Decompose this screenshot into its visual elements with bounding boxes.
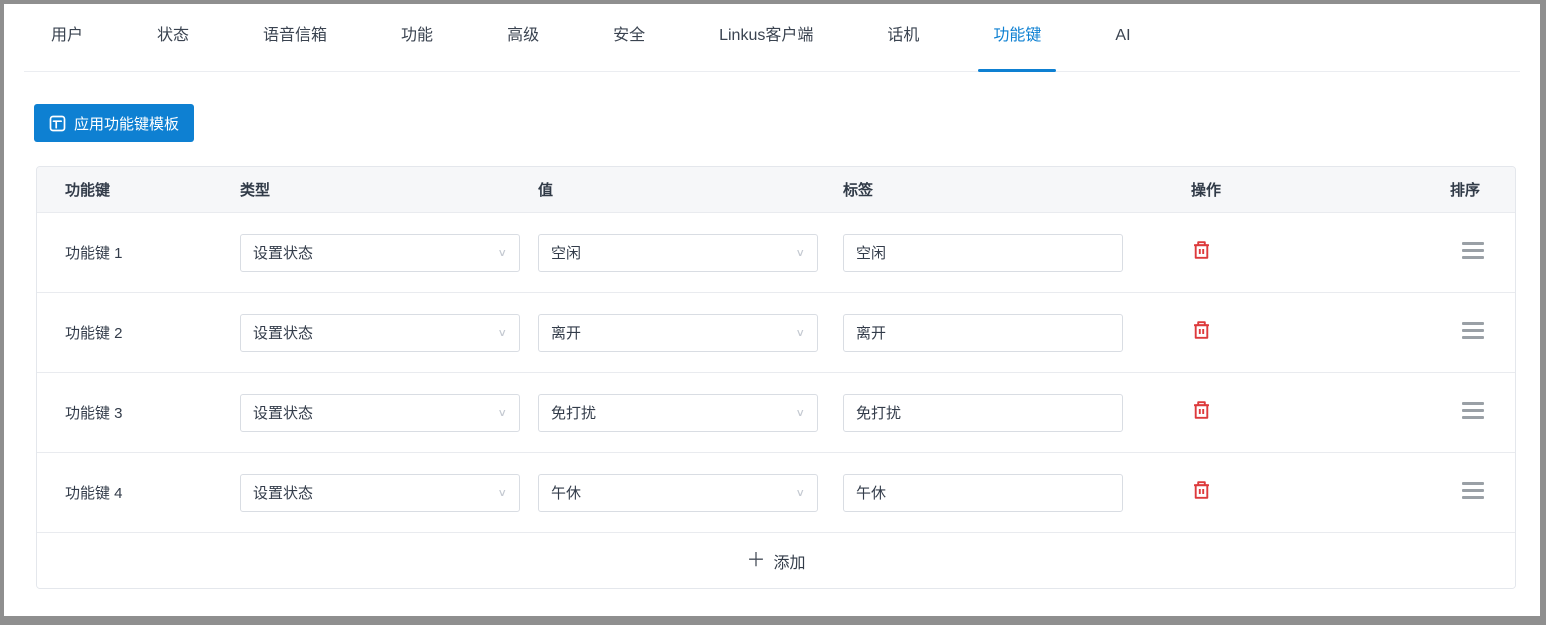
chevron-down-icon: ∨ [497,486,507,499]
function-key-settings-page: 用户 状态 语音信箱 功能 高级 安全 Linkus客户端 话机 功能键 AI … [4,4,1540,616]
type-select[interactable]: 设置状态 ∨ [240,473,520,512]
table-row: 功能键 1 设置状态 ∨ 空闲 ∨ [37,212,1515,292]
add-label: 添加 [773,554,806,572]
type-select-value: 设置状态 [253,405,314,422]
tab-advanced[interactable]: 高级 [505,4,541,72]
header-function-key: 功能键 [65,182,111,199]
header-value: 值 [538,182,554,199]
add-function-key-button[interactable]: ＋ 添加 [37,532,1515,588]
tab-status[interactable]: 状态 [155,4,191,72]
chevron-down-icon: ∨ [497,406,507,419]
function-key-name: 功能键 1 [65,245,123,262]
delete-button[interactable] [1191,479,1212,501]
delete-button[interactable] [1191,399,1212,421]
function-key-name: 功能键 4 [65,485,123,502]
delete-button[interactable] [1191,319,1212,341]
tab-ai[interactable]: AI [1113,4,1132,72]
value-select-value: 空闲 [551,245,582,262]
value-select-value: 午休 [551,485,582,502]
chevron-down-icon: ∨ [795,486,805,499]
chevron-down-icon: ∨ [795,406,805,419]
value-select[interactable]: 空闲 ∨ [538,233,818,272]
header-label: 标签 [843,182,874,199]
chevron-down-icon: ∨ [795,326,805,339]
label-input[interactable] [843,473,1123,512]
value-select-value: 离开 [551,325,582,342]
tab-phones[interactable]: 话机 [885,4,921,72]
drag-handle[interactable] [1462,318,1484,343]
apply-function-key-template-button[interactable]: 应用功能键模板 [34,104,195,142]
plus-icon: ＋ [746,550,766,571]
label-input[interactable] [843,233,1123,272]
function-key-name: 功能键 3 [65,405,123,422]
chevron-down-icon: ∨ [497,326,507,339]
type-select[interactable]: 设置状态 ∨ [240,393,520,432]
settings-tabbar: 用户 状态 语音信箱 功能 高级 安全 Linkus客户端 话机 功能键 AI [24,4,1520,72]
table-row: 功能键 4 设置状态 ∨ 午休 ∨ [37,452,1515,532]
value-select[interactable]: 免打扰 ∨ [538,393,818,432]
chevron-down-icon: ∨ [795,246,805,259]
header-type: 类型 [240,182,271,199]
type-select-value: 设置状态 [253,485,314,502]
tab-linkus-clients[interactable]: Linkus客户端 [717,4,815,72]
tab-security[interactable]: 安全 [611,4,647,72]
delete-button[interactable] [1191,239,1212,261]
value-select-value: 免打扰 [551,405,597,422]
table-row: 功能键 2 设置状态 ∨ 离开 ∨ [37,292,1515,372]
tab-voicemail[interactable]: 语音信箱 [261,4,329,72]
chevron-down-icon: ∨ [497,246,507,259]
apply-template-label: 应用功能键模板 [74,115,180,133]
toolbar: 应用功能键模板 [4,72,1540,142]
type-select-value: 设置状态 [253,245,314,262]
value-select[interactable]: 离开 ∨ [538,313,818,352]
header-operations: 操作 [1191,182,1222,199]
header-sort: 排序 [1450,182,1481,199]
drag-handle[interactable] [1462,478,1484,503]
type-select-value: 设置状态 [253,325,314,342]
tab-users[interactable]: 用户 [49,4,85,72]
tab-function-keys[interactable]: 功能键 [978,4,1057,72]
template-icon [49,115,66,132]
table-row: 功能键 3 设置状态 ∨ 免打扰 ∨ [37,372,1515,452]
drag-handle[interactable] [1462,238,1484,263]
table-header-row: 功能键 类型 值 标签 操作 排序 [37,167,1515,212]
label-input[interactable] [843,393,1123,432]
tab-features[interactable]: 功能 [399,4,435,72]
drag-handle[interactable] [1462,398,1484,423]
function-key-name: 功能键 2 [65,325,123,342]
type-select[interactable]: 设置状态 ∨ [240,233,520,272]
label-input[interactable] [843,313,1123,352]
function-key-table: 功能键 类型 值 标签 操作 排序 功能键 1 设置状态 ∨ 空闲 ∨ 空闲 功… [36,166,1516,589]
type-select[interactable]: 设置状态 ∨ [240,313,520,352]
value-select[interactable]: 午休 ∨ [538,473,818,512]
